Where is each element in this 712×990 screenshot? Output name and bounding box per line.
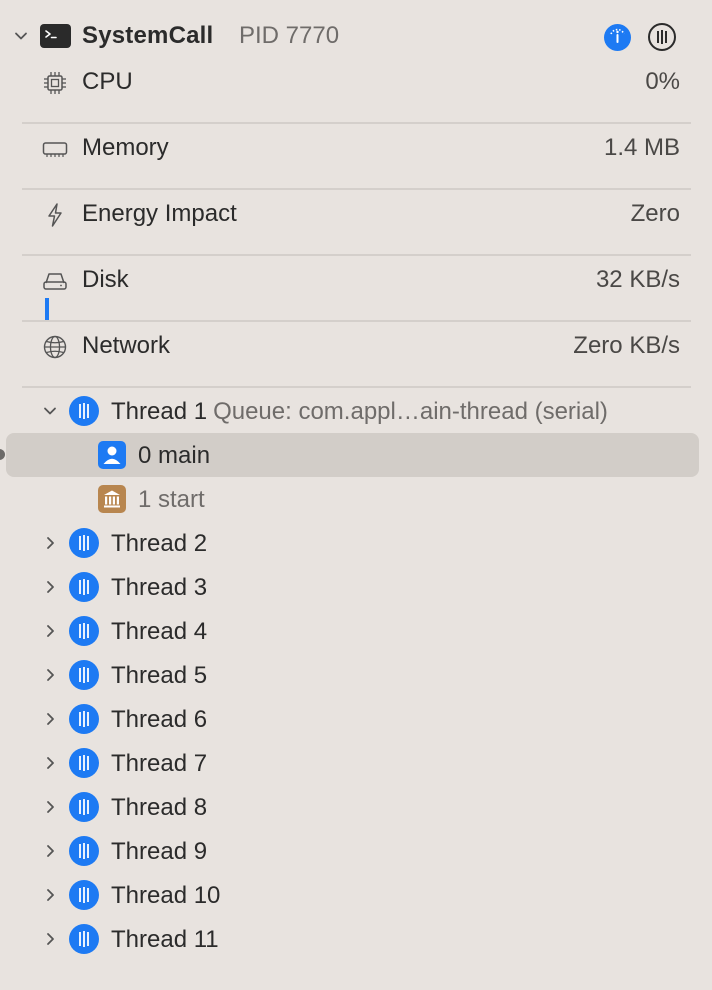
thread-queue: Queue: com.appl…ain-thread (serial) [213,398,608,425]
metric-value: 32 KB/s [595,266,680,293]
thread-row[interactable]: Thread 7 [0,741,712,785]
metric-value: Zero [630,200,680,227]
metric-cpu: CPU 0% [0,58,712,124]
thread-label: Thread 6 [111,706,208,733]
metric-label: Disk [82,266,129,293]
thread-label: Thread 3 [111,574,208,601]
thread-icon [69,528,99,558]
thread-label: Thread 8 [111,794,208,821]
chevron-right-icon[interactable] [40,709,60,729]
chevron-down-icon[interactable] [11,26,31,46]
threads-icon [657,30,667,44]
memory-icon [40,134,70,164]
selection-indicator [0,449,5,460]
thread-row[interactable]: Thread 3 [0,565,712,609]
stack-frame-row[interactable]: 1 start [0,477,712,521]
thread-label: Thread 2 [111,530,208,557]
process-pid: PID 7770 [239,22,340,49]
thread-icon [69,704,99,734]
thread-icon [69,660,99,690]
thread-icon [69,748,99,778]
frame-label: 0 main [138,442,211,469]
chevron-right-icon[interactable] [40,885,60,905]
thread-label: Thread 7 [111,750,208,777]
process-header[interactable]: SystemCall PID 7770 [0,14,712,58]
thread-row[interactable]: Thread 2 [0,521,712,565]
library-icon [98,485,126,513]
chevron-right-icon[interactable] [40,929,60,949]
thread-label: Thread 4 [111,618,208,645]
thread-row[interactable]: Thread 1 Queue: com.appl…ain-thread (seri… [0,389,712,433]
chevron-right-icon[interactable] [40,533,60,553]
chevron-right-icon[interactable] [40,577,60,597]
bolt-icon [40,200,70,230]
thread-icon [69,924,99,954]
thread-icon [69,880,99,910]
thread-row[interactable]: Thread 6 [0,697,712,741]
thread-icon [69,396,99,426]
thread-row[interactable]: Thread 9 [0,829,712,873]
chevron-right-icon[interactable] [40,797,60,817]
thread-row[interactable]: Thread 4 [0,609,712,653]
metric-value: 0% [645,68,680,95]
disk-activity-bar [45,298,49,320]
thread-label: Thread 11 [111,926,219,953]
sample-process-button[interactable] [648,23,676,51]
thread-label: Thread 9 [111,838,208,865]
thread-row[interactable]: Thread 8 [0,785,712,829]
user-icon [98,441,126,469]
metric-label: CPU [82,68,133,95]
info-gauge-icon [610,28,625,43]
metric-value: 1.4 MB [603,134,680,161]
thread-icon [69,792,99,822]
thread-label: Thread 5 [111,662,208,689]
thread-label: Thread 10 [111,882,221,909]
thread-row[interactable]: Thread 10 [0,873,712,917]
process-name: SystemCall [82,22,214,49]
chevron-down-icon[interactable] [40,401,60,421]
metric-disk: Disk 32 KB/s [0,256,712,322]
thread-label: Thread 1 Queue: com.appl…ain-thread (seri… [111,398,608,425]
thread-row[interactable]: Thread 11 [0,917,712,961]
metric-label: Network [82,332,171,359]
metric-label: Energy Impact [82,200,237,227]
metric-memory: Memory 1.4 MB [0,124,712,190]
metric-value: Zero KB/s [573,332,680,359]
globe-icon [40,332,70,362]
cpu-chip-icon [40,68,70,98]
thread-icon [69,616,99,646]
chevron-right-icon[interactable] [40,841,60,861]
thread-row[interactable]: Thread 5 [0,653,712,697]
chevron-right-icon[interactable] [40,665,60,685]
metric-label: Memory [82,134,169,161]
chevron-right-icon[interactable] [40,753,60,773]
stack-frame-row[interactable]: 0 main [0,433,712,477]
divider [22,386,691,388]
chevron-right-icon[interactable] [40,621,60,641]
metric-network: Network Zero KB/s [0,322,712,388]
thread-icon [69,572,99,602]
thread-icon [69,836,99,866]
metric-energy: Energy Impact Zero [0,190,712,256]
terminal-icon [40,24,71,48]
frame-label: 1 start [138,486,205,513]
inspect-process-button[interactable] [604,24,631,51]
disk-icon [40,266,70,296]
